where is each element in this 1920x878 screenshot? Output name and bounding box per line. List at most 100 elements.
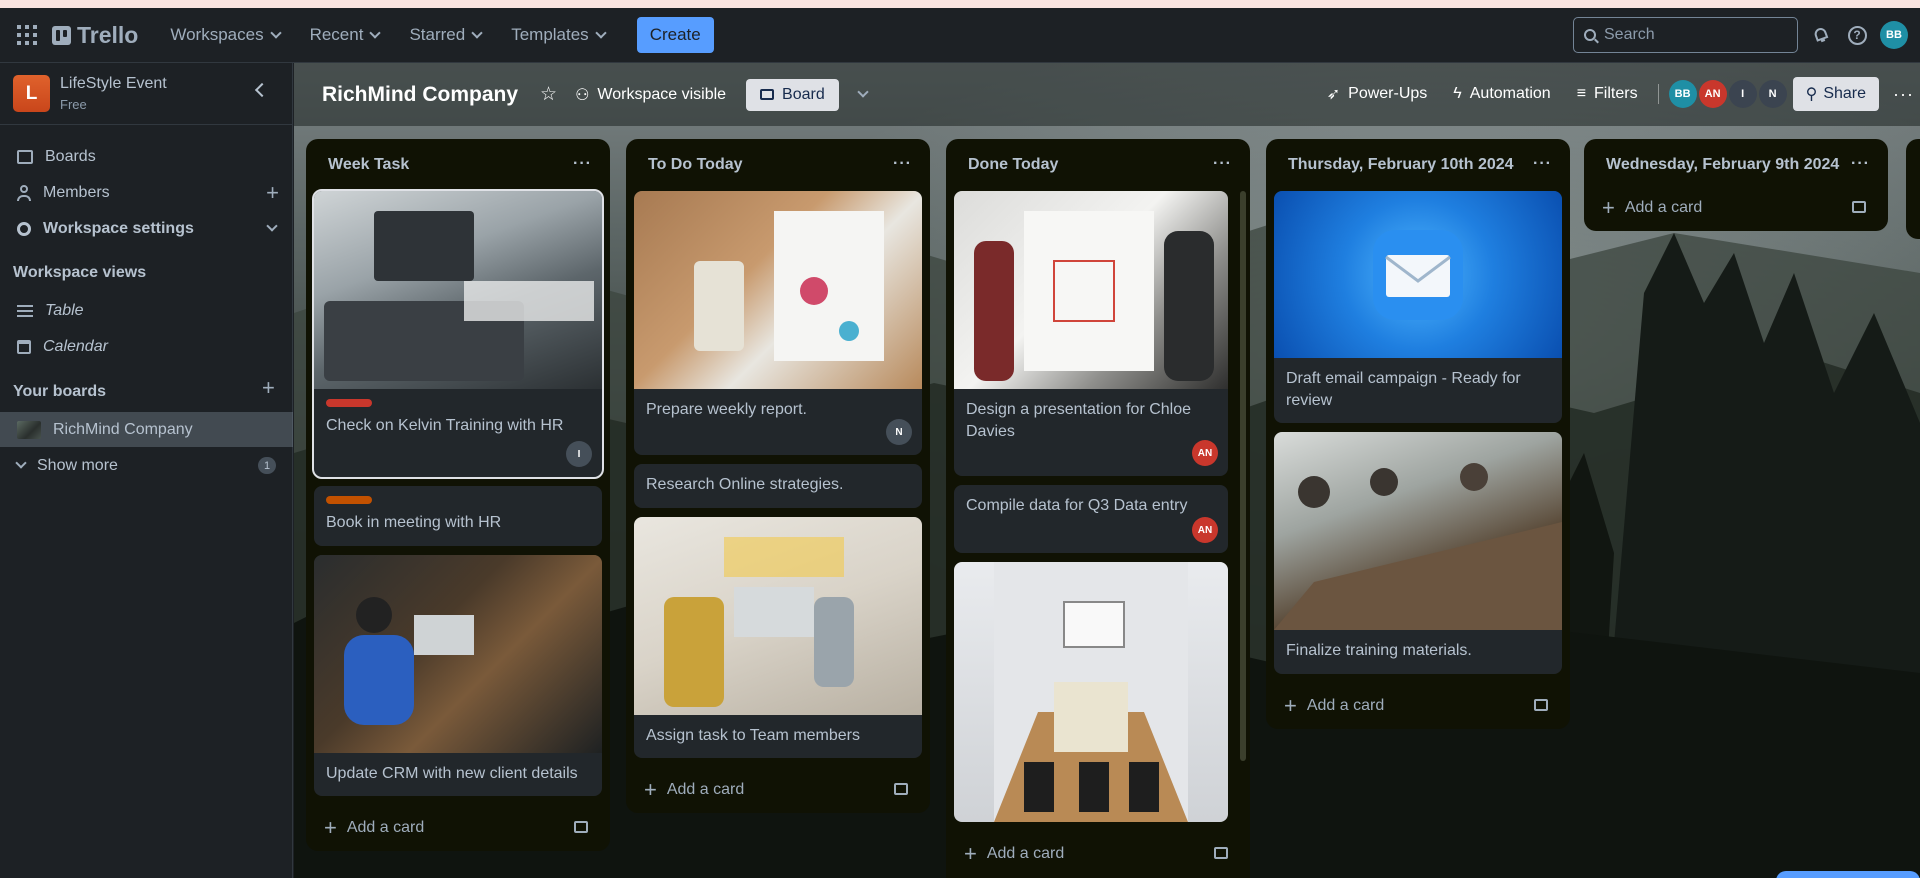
- visibility-button[interactable]: ⚇ Workspace visible: [565, 79, 736, 111]
- star-icon[interactable]: ☆: [540, 83, 557, 106]
- menu-workspaces[interactable]: Workspaces: [162, 17, 287, 53]
- add-card-button[interactable]: + Add a card: [314, 805, 602, 851]
- help-icon[interactable]: ?: [1844, 22, 1870, 48]
- chevron-down-icon[interactable]: [857, 86, 869, 98]
- member-avatar[interactable]: AN: [1698, 80, 1727, 108]
- show-more[interactable]: Show more 1: [0, 448, 293, 483]
- list-title: Wednesday, February 9th 2024: [1606, 156, 1840, 173]
- add-card-button[interactable]: + Add a card: [1592, 185, 1880, 231]
- list-scrollbar[interactable]: [1240, 191, 1246, 761]
- share-button[interactable]: ⚲ Share: [1792, 77, 1880, 111]
- filters-button[interactable]: ≡ Filters: [1567, 79, 1648, 109]
- card-member-avatar[interactable]: AN: [1192, 440, 1218, 467]
- sidebar-item-calendar[interactable]: Calendar: [0, 329, 293, 364]
- card[interactable]: Check on Kelvin Training with HR I: [312, 189, 604, 479]
- workspace-header[interactable]: L LifeStyle Event Free: [0, 63, 292, 125]
- chevron-down-icon: [471, 26, 483, 39]
- menu-templates[interactable]: Templates: [503, 17, 612, 53]
- list-title: To Do Today: [648, 156, 743, 173]
- card-footer: [326, 439, 590, 465]
- add-member-icon[interactable]: +: [266, 180, 279, 206]
- sidebar-item-label: Table: [45, 301, 84, 319]
- browser-top-strip: [0, 0, 1920, 8]
- card[interactable]: Research Online strategies.: [634, 464, 922, 508]
- more-icon[interactable]: ···: [1893, 84, 1914, 105]
- card-label[interactable]: [326, 496, 372, 504]
- plus-icon: +: [324, 815, 337, 841]
- member-avatar[interactable]: BB: [1668, 80, 1697, 108]
- list-title: Week Task: [328, 156, 410, 173]
- card-template-icon[interactable]: [894, 783, 908, 796]
- list-menu-icon[interactable]: ···: [893, 155, 912, 173]
- add-card-button[interactable]: + Add a card: [954, 831, 1242, 877]
- sidebar-item-label: Calendar: [43, 337, 108, 355]
- list-menu-icon[interactable]: ···: [1851, 155, 1870, 173]
- trello-logo[interactable]: Trello: [52, 22, 138, 49]
- menu-recent[interactable]: Recent: [302, 17, 388, 53]
- list-menu-icon[interactable]: ···: [1213, 155, 1232, 173]
- card[interactable]: Draft email campaign - Ready for review: [1274, 191, 1562, 424]
- list-header[interactable]: Week Task ···: [314, 139, 602, 191]
- board-view-button[interactable]: Board: [746, 78, 839, 111]
- card-template-icon[interactable]: [574, 821, 588, 834]
- automation-button[interactable]: ϟ Automation: [1443, 79, 1560, 109]
- menu-starred[interactable]: Starred: [401, 17, 489, 53]
- list-header[interactable]: Done Today ···: [954, 139, 1242, 191]
- card-template-icon[interactable]: [1214, 847, 1228, 860]
- list-menu-icon[interactable]: ···: [1533, 155, 1552, 173]
- sidebar-item-board[interactable]: RichMind Company: [0, 412, 293, 447]
- board-title[interactable]: RichMind Company: [322, 83, 518, 107]
- app-switcher-icon[interactable]: [12, 20, 42, 50]
- sidebar-item-members[interactable]: Members +: [0, 175, 293, 210]
- card-title: Book in meeting with HR: [326, 514, 502, 531]
- card-cover-image: [1274, 191, 1562, 358]
- card[interactable]: Book in meeting with HR: [314, 486, 602, 546]
- create-button[interactable]: Create: [636, 17, 714, 53]
- search-input[interactable]: Search: [1573, 17, 1798, 53]
- list-header[interactable]: Thursday, February 10th 2024 ···: [1274, 139, 1562, 191]
- sidebar-item-boards[interactable]: Boards: [0, 139, 293, 174]
- card-body: Draft email campaign - Ready for review: [1274, 358, 1562, 423]
- workspace-logo: L: [13, 75, 50, 112]
- plus-icon: +: [1602, 195, 1615, 220]
- sidebar-item-workspace-settings[interactable]: Workspace settings: [0, 211, 293, 246]
- card[interactable]: Assign task to Team members: [634, 516, 922, 759]
- card[interactable]: Compile data for Q3 Data entry AN: [954, 485, 1228, 554]
- board-canvas: RichMind Company ☆ ⚇ Workspace visible B…: [294, 63, 1920, 878]
- menu-label: Workspaces: [170, 25, 264, 44]
- card-template-icon[interactable]: [1534, 698, 1548, 711]
- add-card-button[interactable]: + Add a card: [1274, 683, 1562, 729]
- card[interactable]: Design a presentation for Chloe Davies A…: [954, 191, 1228, 477]
- card-template-icon[interactable]: [1852, 201, 1866, 213]
- card-member-avatar[interactable]: N: [886, 419, 912, 445]
- card[interactable]: Finalize training materials.: [1274, 432, 1562, 674]
- powerups-button[interactable]: ➶ Power-Ups: [1317, 78, 1438, 110]
- sidebar-item-table[interactable]: Table: [0, 293, 293, 328]
- nav-menu: Workspaces Recent Starred Templates Crea…: [162, 17, 714, 53]
- card-body: Design a presentation for Chloe Davies: [954, 389, 1228, 476]
- add-list-button-edge[interactable]: [1776, 871, 1920, 878]
- card-body: Research Online strategies.: [634, 464, 922, 508]
- card[interactable]: [954, 562, 1228, 823]
- member-avatar[interactable]: N: [1758, 80, 1787, 108]
- notifications-icon[interactable]: [1808, 22, 1834, 48]
- list-header[interactable]: To Do Today ···: [634, 139, 922, 191]
- person-at-desk-illustration: [344, 596, 474, 725]
- add-card-button[interactable]: + Add a card: [634, 767, 922, 813]
- list-title: Thursday, February 10th 2024: [1288, 156, 1514, 173]
- card-member-avatar[interactable]: AN: [1192, 517, 1218, 544]
- card-label[interactable]: [326, 399, 372, 407]
- card-member-avatar[interactable]: I: [566, 441, 592, 467]
- menu-label: Templates: [511, 25, 589, 44]
- your-boards-heading: Your boards: [13, 383, 107, 400]
- card-body: Prepare weekly report.: [634, 389, 922, 455]
- add-board-icon[interactable]: +: [262, 375, 275, 401]
- card[interactable]: Update CRM with new client details: [314, 554, 602, 797]
- list-menu-icon[interactable]: ···: [573, 155, 592, 173]
- card[interactable]: Prepare weekly report. N: [634, 191, 922, 455]
- list-header[interactable]: Wednesday, February 9th 2024 ···: [1592, 139, 1880, 191]
- collapse-sidebar-icon[interactable]: [254, 82, 270, 98]
- member-avatar[interactable]: I: [1728, 80, 1757, 108]
- user-avatar[interactable]: BB: [1880, 21, 1908, 49]
- card-body: Update CRM with new client details: [314, 753, 602, 797]
